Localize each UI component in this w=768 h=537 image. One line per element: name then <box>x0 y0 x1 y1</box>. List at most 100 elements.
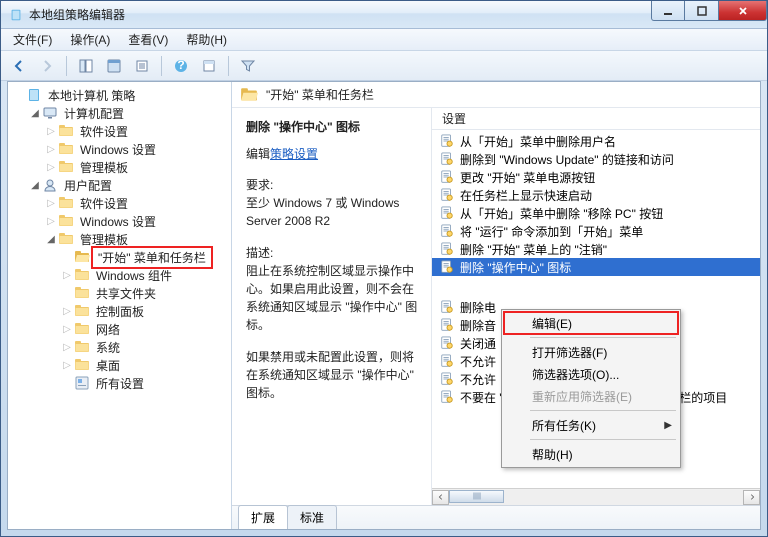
ctx-open-filter[interactable]: 打开筛选器(F) <box>504 341 678 363</box>
menu-action[interactable]: 操作(A) <box>62 29 118 50</box>
tree-all-settings[interactable]: 所有设置 <box>10 374 229 392</box>
list-header-settings[interactable]: 设置 <box>432 108 760 130</box>
tree-win-comp[interactable]: ▷Windows 组件 <box>10 266 229 284</box>
tree-system[interactable]: ▷系统 <box>10 338 229 356</box>
reg-icon <box>74 375 90 391</box>
export-button[interactable] <box>130 54 154 78</box>
folder-icon <box>58 123 74 139</box>
policy-item[interactable]: 将 "运行" 命令添加到「开始」菜单 <box>432 222 760 240</box>
description-pane: 删除 "操作中心" 图标 编辑策略设置 要求: 至少 Windows 7 或 W… <box>232 108 432 505</box>
policy-icon <box>440 242 454 256</box>
policy-tree[interactable]: 本地计算机 策略 ◢计算机配置 ▷软件设置 ▷Windows 设置 ▷管理模板 … <box>10 86 229 392</box>
context-menu[interactable]: 编辑(E) 打开筛选器(F) 筛选器选项(O)... 重新应用筛选器(E) 所有… <box>501 309 681 468</box>
expand-icon[interactable]: ▷ <box>44 144 58 155</box>
tree-user-config[interactable]: ◢用户配置 <box>10 176 229 194</box>
folder-icon <box>58 231 74 247</box>
folder-icon <box>74 321 90 337</box>
show-hide-tree-button[interactable] <box>74 54 98 78</box>
refresh-button[interactable] <box>197 54 221 78</box>
policy-item[interactable]: 更改 "开始" 菜单电源按钮 <box>432 168 760 186</box>
expand-icon[interactable]: ▷ <box>60 324 74 335</box>
requirements-label: 要求: <box>246 176 421 194</box>
tree-cc-win[interactable]: ▷Windows 设置 <box>10 140 229 158</box>
tree-computer-config[interactable]: ◢计算机配置 <box>10 104 229 122</box>
collapse-icon[interactable]: ◢ <box>28 108 42 119</box>
collapse-icon[interactable]: ◢ <box>28 180 42 191</box>
tree-ctrl-panel[interactable]: ▷控制面板 <box>10 302 229 320</box>
expand-icon[interactable]: ▷ <box>44 216 58 227</box>
policy-item[interactable]: 删除 "开始" 菜单上的 "注销" <box>432 240 760 258</box>
menu-bar: 文件(F) 操作(A) 查看(V) 帮助(H) <box>1 29 767 51</box>
forward-button[interactable] <box>35 54 59 78</box>
ctx-separator <box>530 337 676 338</box>
tree-pane[interactable]: 本地计算机 策略 ◢计算机配置 ▷软件设置 ▷Windows 设置 ▷管理模板 … <box>8 82 232 529</box>
policy-icon <box>440 206 454 220</box>
expand-icon[interactable]: ▷ <box>60 360 74 371</box>
tree-uc-admin[interactable]: ◢管理模板 <box>10 230 229 248</box>
expand-icon[interactable]: ▷ <box>44 162 58 173</box>
policy-icon <box>440 188 454 202</box>
minimize-button[interactable] <box>651 1 685 21</box>
maximize-button[interactable] <box>685 1 719 21</box>
policy-icon <box>440 354 454 368</box>
tree-root[interactable]: 本地计算机 策略 <box>10 86 229 104</box>
expand-icon[interactable]: ▷ <box>60 306 74 317</box>
submenu-arrow-icon: ▶ <box>664 420 672 431</box>
toolbar: ? <box>1 51 767 81</box>
tree-shared[interactable]: 共享文件夹 <box>10 284 229 302</box>
policy-item[interactable]: 删除到 "Windows Update" 的链接和访问 <box>432 150 760 168</box>
ctx-all-tasks[interactable]: 所有任务(K)▶ <box>504 414 678 436</box>
scroll-track[interactable] <box>449 490 743 505</box>
breadcrumb-title: "开始" 菜单和任务栏 <box>266 86 374 103</box>
ctx-edit[interactable]: 编辑(E) <box>504 312 678 334</box>
policy-icon <box>440 372 454 386</box>
folder-icon <box>58 141 74 157</box>
filter-button[interactable] <box>236 54 260 78</box>
folder-open-icon <box>240 86 258 104</box>
policy-item[interactable]: 从「开始」菜单中删除用户名 <box>432 132 760 150</box>
folder-icon <box>58 195 74 211</box>
tree-start-taskbar[interactable]: "开始" 菜单和任务栏 <box>10 248 229 266</box>
breadcrumb-bar: "开始" 菜单和任务栏 <box>232 82 760 108</box>
requirements-text: 至少 Windows 7 或 Windows Server 2008 R2 <box>246 194 421 230</box>
folder-icon <box>74 267 90 283</box>
tree-uc-soft[interactable]: ▷软件设置 <box>10 194 229 212</box>
toolbar-separator <box>161 56 162 76</box>
edit-policy-link[interactable]: 策略设置 <box>270 145 318 162</box>
scroll-right-button[interactable] <box>743 490 760 505</box>
policy-item-selected[interactable]: 删除 "操作中心" 图标 <box>432 258 760 276</box>
back-button[interactable] <box>7 54 31 78</box>
tab-standard[interactable]: 标准 <box>287 505 337 529</box>
help-button[interactable]: ? <box>169 54 193 78</box>
policy-icon <box>440 260 454 274</box>
menu-view[interactable]: 查看(V) <box>120 29 176 50</box>
tree-network[interactable]: ▷网络 <box>10 320 229 338</box>
menu-file[interactable]: 文件(F) <box>5 29 60 50</box>
collapse-icon[interactable]: ◢ <box>44 234 58 245</box>
horizontal-scrollbar[interactable] <box>432 488 760 505</box>
expand-icon[interactable]: ▷ <box>44 126 58 137</box>
tree-cc-admin[interactable]: ▷管理模板 <box>10 158 229 176</box>
policy-item[interactable]: 从「开始」菜单中删除 "移除 PC" 按钮 <box>432 204 760 222</box>
menu-help[interactable]: 帮助(H) <box>178 29 235 50</box>
tree-uc-win[interactable]: ▷Windows 设置 <box>10 212 229 230</box>
scroll-thumb[interactable] <box>449 490 504 503</box>
folder-icon <box>74 357 90 373</box>
ctx-help[interactable]: 帮助(H) <box>504 443 678 465</box>
properties-button[interactable] <box>102 54 126 78</box>
window-title: 本地组策略编辑器 <box>9 6 125 23</box>
ctx-separator <box>530 439 676 440</box>
tree-desktop[interactable]: ▷桌面 <box>10 356 229 374</box>
expand-icon[interactable]: ▷ <box>60 270 74 281</box>
policy-item[interactable]: 在任务栏上显示快速启动 <box>432 186 760 204</box>
close-button[interactable] <box>719 1 767 21</box>
expand-icon[interactable]: ▷ <box>44 198 58 209</box>
policy-icon <box>440 300 454 314</box>
ctx-filter-options[interactable]: 筛选器选项(O)... <box>504 363 678 385</box>
scroll-left-button[interactable] <box>432 490 449 505</box>
expand-icon[interactable]: ▷ <box>60 342 74 353</box>
policy-icon <box>440 152 454 166</box>
description-label: 描述: <box>246 244 421 262</box>
tab-extended[interactable]: 扩展 <box>238 505 288 529</box>
tree-cc-soft[interactable]: ▷软件设置 <box>10 122 229 140</box>
